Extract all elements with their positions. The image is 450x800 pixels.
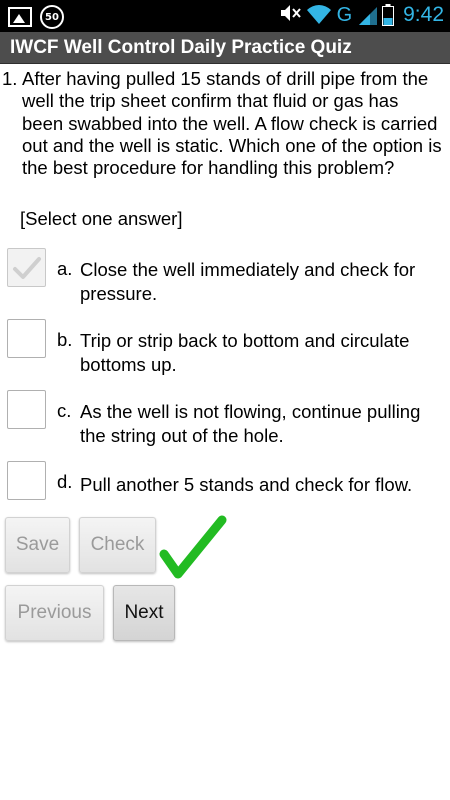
answer-checkbox-d[interactable] <box>7 461 46 500</box>
checkmark-icon <box>13 257 41 279</box>
next-button[interactable]: Next <box>113 585 175 641</box>
green-checkmark-icon <box>159 515 227 579</box>
wifi-icon <box>306 5 331 25</box>
answer-checkbox-c[interactable] <box>7 390 46 429</box>
option-letter: c. <box>57 400 72 421</box>
option-letter: a. <box>57 258 73 279</box>
question-text: After having pulled 15 stands of drill p… <box>22 68 442 179</box>
option-text: Trip or strip back to bottom and circula… <box>80 330 410 375</box>
previous-button[interactable]: Previous <box>5 585 104 641</box>
check-button[interactable]: Check <box>79 517 156 573</box>
save-button[interactable]: Save <box>5 517 70 573</box>
app-title-bar: IWCF Well Control Daily Practice Quiz <box>0 32 450 64</box>
answer-checkbox-b[interactable] <box>7 319 46 358</box>
question-hint: [Select one answer] <box>20 208 183 229</box>
option-letter: b. <box>57 329 73 350</box>
notification-badge: 50 <box>40 5 64 29</box>
mute-icon <box>279 4 301 26</box>
option-text: Pull another 5 stands and check for flow… <box>80 474 413 495</box>
option-text: Close the well immediately and check for… <box>80 259 416 304</box>
question-number: 1. <box>2 68 18 89</box>
network-type-label: G <box>336 4 353 26</box>
gallery-notification-icon <box>8 7 32 27</box>
answer-option-a[interactable]: a. Close the well immediately and check … <box>0 248 450 308</box>
app-title: IWCF Well Control Daily Practice Quiz <box>10 37 352 58</box>
signal-strength-icon <box>359 7 378 25</box>
battery-icon <box>382 4 395 26</box>
answer-option-c[interactable]: c. As the well is not flowing, continue … <box>0 390 450 450</box>
answer-checkbox-a[interactable] <box>7 248 46 287</box>
status-clock: 9:42 <box>403 3 444 26</box>
answer-option-b[interactable]: b. Trip or strip back to bottom and circ… <box>0 319 450 379</box>
option-letter: d. <box>57 471 73 492</box>
option-text: As the well is not flowing, continue pul… <box>80 401 421 446</box>
status-bar: 50 G 9:42 <box>0 0 450 32</box>
